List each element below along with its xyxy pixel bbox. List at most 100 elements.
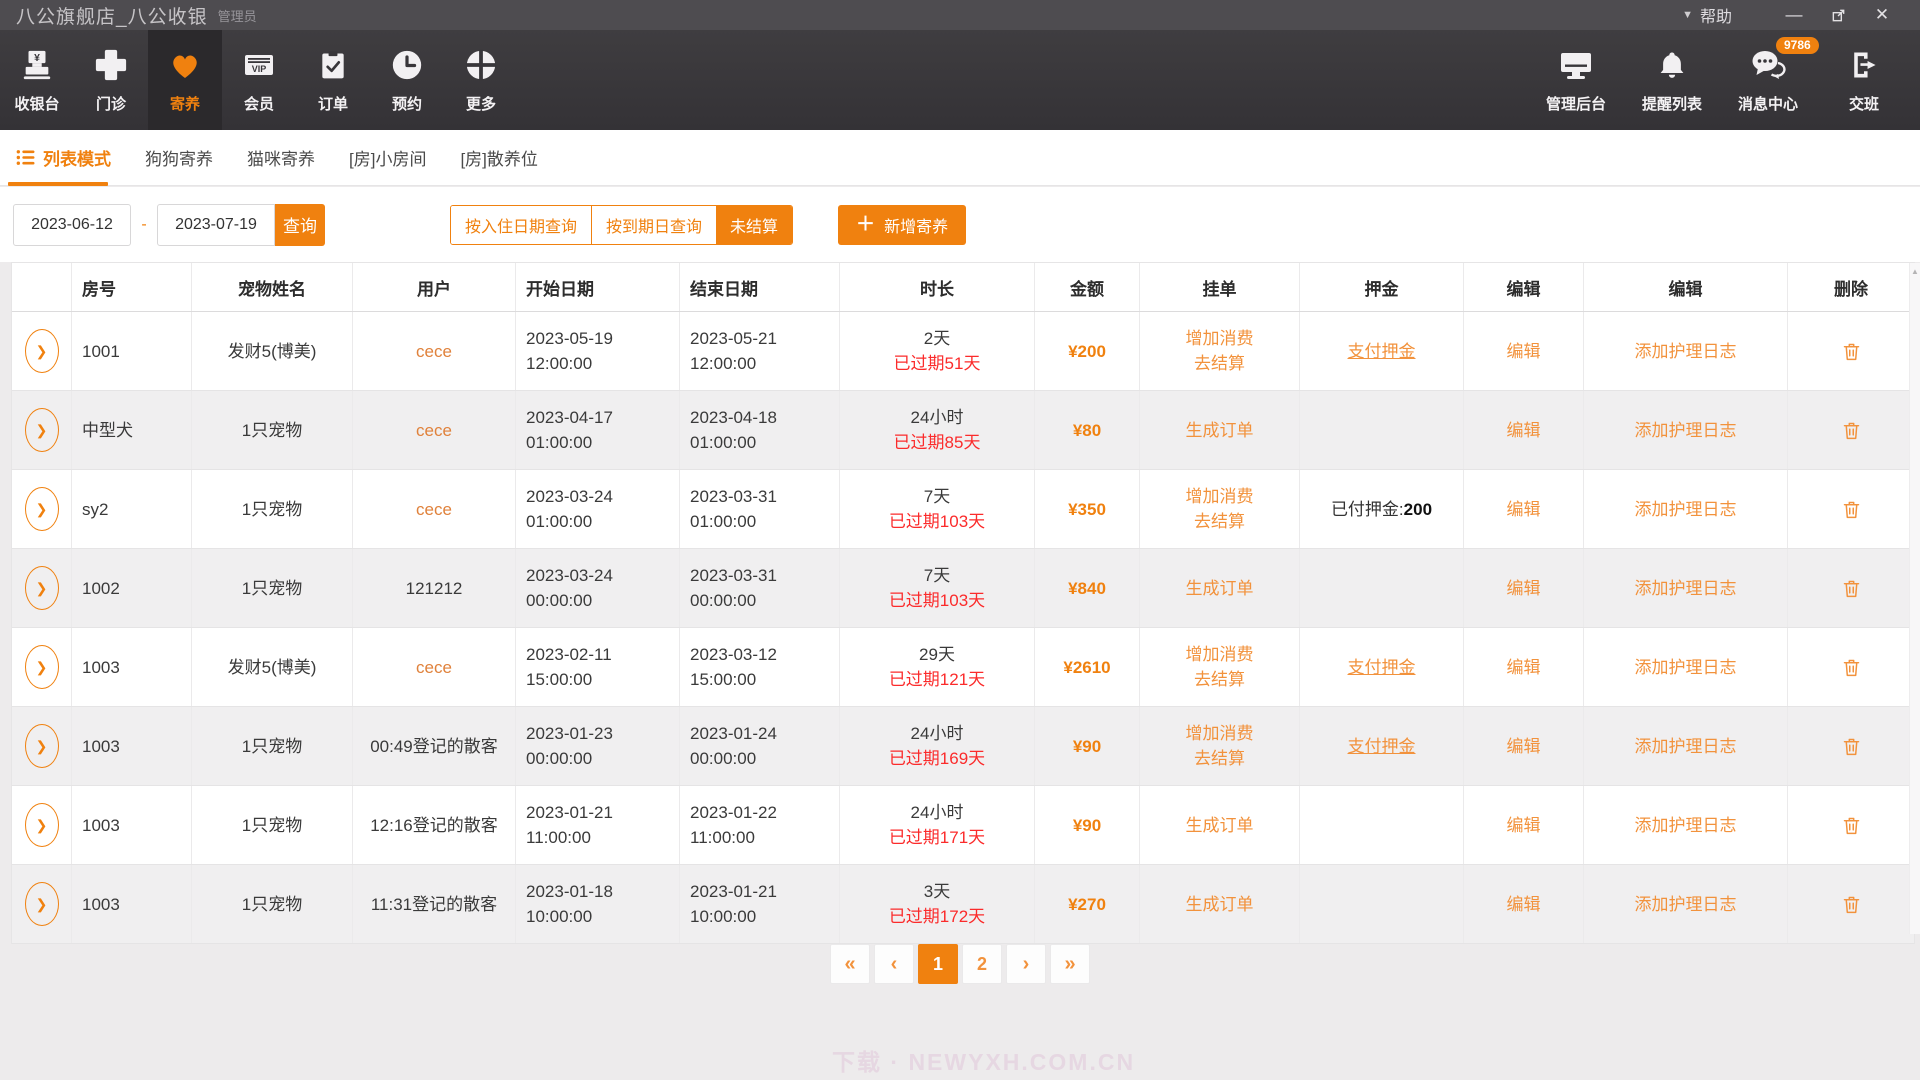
duration: 29天 xyxy=(919,642,955,667)
close-button[interactable]: ✕ xyxy=(1860,5,1904,25)
expand-row-button[interactable]: ❯ xyxy=(25,724,59,768)
add-care-log-link[interactable]: 添加护理日志 xyxy=(1635,576,1737,601)
expand-row-button[interactable]: ❯ xyxy=(25,487,59,531)
order-clipboard-icon xyxy=(317,46,349,84)
nav-item-clinic-cross[interactable]: 门诊 xyxy=(74,30,148,130)
edit-link[interactable]: 编辑 xyxy=(1507,418,1541,443)
expand-row-button[interactable]: ❯ xyxy=(25,803,59,847)
create-order-link[interactable]: 生成订单 xyxy=(1186,576,1254,601)
edit-link[interactable]: 编辑 xyxy=(1507,813,1541,838)
search-button[interactable]: 查询 xyxy=(275,204,325,246)
pay-deposit-link[interactable]: 支付押金 xyxy=(1348,734,1416,759)
delete-button[interactable] xyxy=(1841,578,1862,599)
end-date: 2023-01-24 xyxy=(690,721,777,746)
add-care-log-link[interactable]: 添加护理日志 xyxy=(1635,339,1737,364)
column-header: 删除 xyxy=(1788,263,1914,311)
pagination-last-button[interactable]: » xyxy=(1050,944,1090,984)
nav-item-monitor[interactable]: 管理后台 xyxy=(1528,30,1624,130)
add-care-log-link[interactable]: 添加护理日志 xyxy=(1635,418,1737,443)
maximize-icon xyxy=(1831,8,1846,23)
table-body: ❯1001发财5(博美)cece2023-05-1912:00:002023-0… xyxy=(12,312,1914,944)
user-cell: cece xyxy=(353,470,516,548)
expand-row-button[interactable]: ❯ xyxy=(25,329,59,373)
create-order-link[interactable]: 生成订单 xyxy=(1186,418,1254,443)
nav-item-label: 会员 xyxy=(244,93,274,114)
tab-dog-boarding[interactable]: 狗狗寄养 xyxy=(145,145,213,170)
add-consume-link[interactable]: 增加消费 xyxy=(1186,642,1254,667)
deposit-cell: 支付押金 xyxy=(1300,707,1464,785)
duration: 7天 xyxy=(924,484,950,509)
column-header: 金额 xyxy=(1035,263,1140,311)
overdue-label: 已过期103天 xyxy=(889,509,985,534)
expand-row-button[interactable]: ❯ xyxy=(25,408,59,452)
pagination-prev-button[interactable]: ‹ xyxy=(874,944,914,984)
nav-item-order-clipboard[interactable]: 订单 xyxy=(296,30,370,130)
add-care-log-link[interactable]: 添加护理日志 xyxy=(1635,892,1737,917)
date-to-input[interactable] xyxy=(157,204,275,246)
edit-link[interactable]: 编辑 xyxy=(1507,497,1541,522)
pay-deposit-link[interactable]: 支付押金 xyxy=(1348,339,1416,364)
expand-row-button[interactable]: ❯ xyxy=(25,882,59,926)
nav-item-vip-card[interactable]: VIP会员 xyxy=(222,30,296,130)
go-settle-link[interactable]: 去结算 xyxy=(1194,509,1245,534)
edit-link[interactable]: 编辑 xyxy=(1507,892,1541,917)
add-consume-link[interactable]: 增加消费 xyxy=(1186,326,1254,351)
filter-bar: - 查询 按入住日期查询按到期日查询未结算 ＋ 新增寄养 xyxy=(0,187,1920,262)
delete-button[interactable] xyxy=(1841,894,1862,915)
pagination-page-1[interactable]: 1 xyxy=(918,944,958,984)
delete-button[interactable] xyxy=(1841,657,1862,678)
delete-button[interactable] xyxy=(1841,420,1862,441)
go-settle-link[interactable]: 去结算 xyxy=(1194,351,1245,376)
add-boarding-button[interactable]: ＋ 新增寄养 xyxy=(838,205,966,245)
pagination-first-button[interactable]: « xyxy=(830,944,870,984)
pagination-next-button[interactable]: › xyxy=(1006,944,1046,984)
edit-link[interactable]: 编辑 xyxy=(1507,655,1541,680)
delete-button[interactable] xyxy=(1841,736,1862,757)
vertical-scrollbar[interactable]: ▲ xyxy=(1909,263,1920,934)
query-by-due-date-button[interactable]: 按到期日查询 xyxy=(591,206,716,244)
edit-link[interactable]: 编辑 xyxy=(1507,339,1541,364)
deposit-cell xyxy=(1300,865,1464,943)
delete-button[interactable] xyxy=(1841,499,1862,520)
add-care-log-link[interactable]: 添加护理日志 xyxy=(1635,655,1737,680)
amount-value: ¥270 xyxy=(1068,892,1106,917)
deposit-cell: 已付押金:200 xyxy=(1300,470,1464,548)
delete-cell xyxy=(1788,865,1914,943)
expand-row-button[interactable]: ❯ xyxy=(25,645,59,689)
minimize-button[interactable]: — xyxy=(1772,5,1816,25)
tab-cat-boarding[interactable]: 猫咪寄养 xyxy=(247,145,315,170)
query-by-checkin-date-button[interactable]: 按入住日期查询 xyxy=(451,206,591,244)
add-care-log-link[interactable]: 添加护理日志 xyxy=(1635,734,1737,759)
help-menu[interactable]: ▼ 帮助 xyxy=(1682,3,1732,27)
add-care-log-link[interactable]: 添加护理日志 xyxy=(1635,813,1737,838)
add-care-log-link[interactable]: 添加护理日志 xyxy=(1635,497,1737,522)
edit-link[interactable]: 编辑 xyxy=(1507,734,1541,759)
unsettled-filter-button[interactable]: 未结算 xyxy=(716,206,792,244)
go-settle-link[interactable]: 去结算 xyxy=(1194,667,1245,692)
start-date-cell: 2023-03-2400:00:00 xyxy=(516,549,680,627)
date-from-input[interactable] xyxy=(13,204,131,246)
nav-item-clock[interactable]: 预约 xyxy=(370,30,444,130)
tab-list-mode[interactable]: 列表模式 xyxy=(16,139,111,177)
edit-link[interactable]: 编辑 xyxy=(1507,576,1541,601)
nav-item-cash-register[interactable]: ¥收银台 xyxy=(0,30,74,130)
tab-open-boarding[interactable]: [房]散养位 xyxy=(460,145,537,170)
nav-item-chat-bubbles[interactable]: 消息中心9786 xyxy=(1720,30,1816,130)
delete-button[interactable] xyxy=(1841,815,1862,836)
delete-cell xyxy=(1788,628,1914,706)
maximize-button[interactable] xyxy=(1816,5,1860,25)
expand-row-button[interactable]: ❯ xyxy=(25,566,59,610)
create-order-link[interactable]: 生成订单 xyxy=(1186,892,1254,917)
add-consume-link[interactable]: 增加消费 xyxy=(1186,484,1254,509)
add-consume-link[interactable]: 增加消费 xyxy=(1186,721,1254,746)
nav-item-heart[interactable]: 寄养 xyxy=(148,30,222,130)
pay-deposit-link[interactable]: 支付押金 xyxy=(1348,655,1416,680)
nav-item-logout[interactable]: 交班 xyxy=(1816,30,1912,130)
pagination-page-2[interactable]: 2 xyxy=(962,944,1002,984)
create-order-link[interactable]: 生成订单 xyxy=(1186,813,1254,838)
nav-item-more-grid[interactable]: 更多 xyxy=(444,30,518,130)
go-settle-link[interactable]: 去结算 xyxy=(1194,746,1245,771)
nav-item-bell[interactable]: 提醒列表 xyxy=(1624,30,1720,130)
delete-button[interactable] xyxy=(1841,341,1862,362)
tab-small-room[interactable]: [房]小房间 xyxy=(349,145,426,170)
